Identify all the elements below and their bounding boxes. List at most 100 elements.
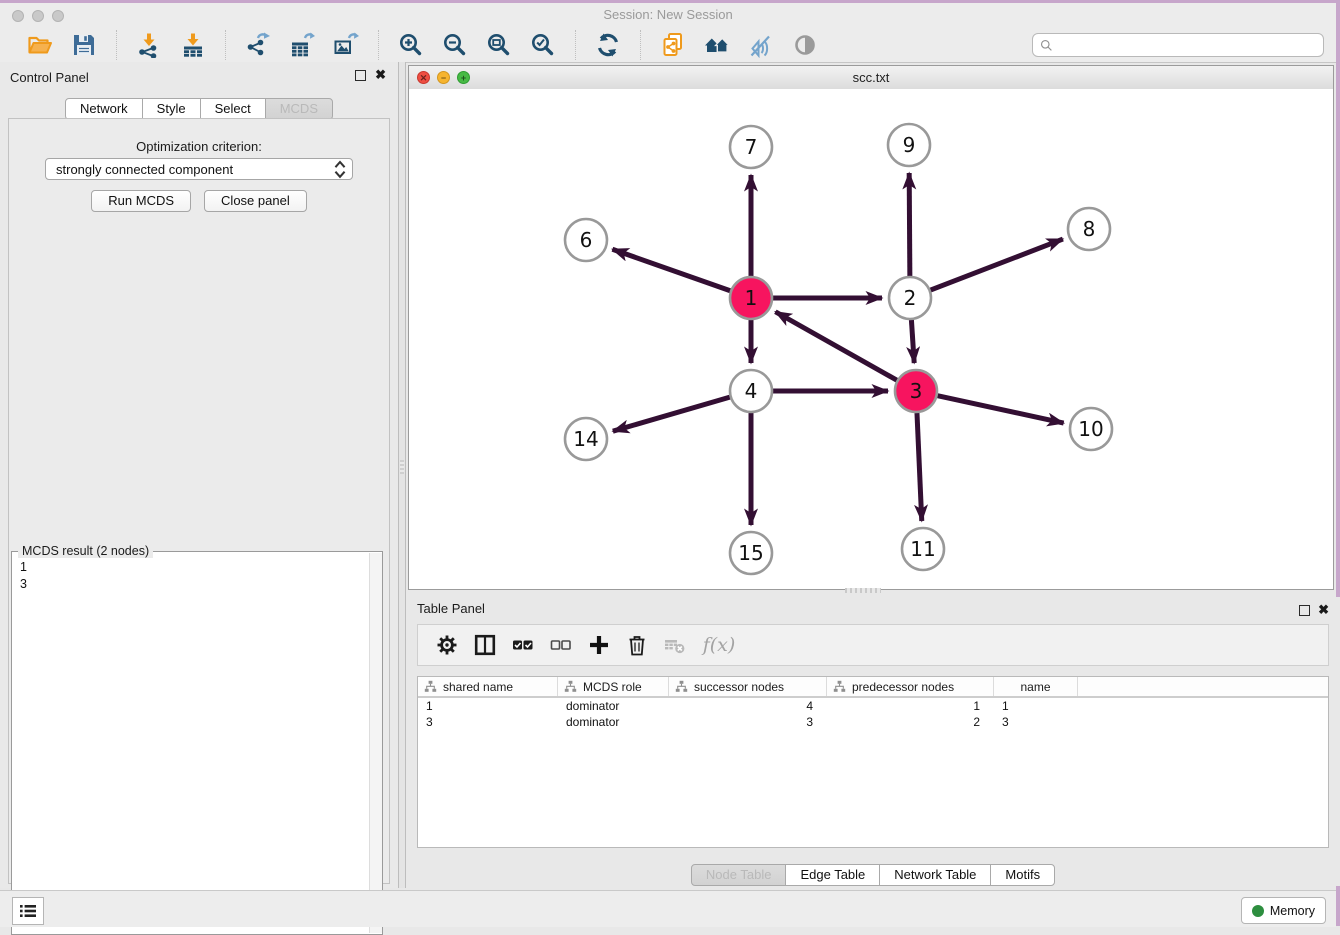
hide-panel-icon[interactable] xyxy=(748,32,774,58)
tab-select[interactable]: Select xyxy=(200,98,266,120)
export-network-icon[interactable] xyxy=(245,32,271,58)
graph-edge-2-8[interactable] xyxy=(931,239,1063,290)
run-mcds-button[interactable]: Run MCDS xyxy=(91,190,191,212)
columns-icon[interactable] xyxy=(474,634,496,656)
tab-style[interactable]: Style xyxy=(142,98,201,120)
tab-network[interactable]: Network xyxy=(65,98,143,120)
zoom-selected-icon[interactable] xyxy=(530,32,556,58)
search-input[interactable] xyxy=(1053,37,1323,53)
table-row[interactable]: 1dominator411 xyxy=(418,698,1328,714)
control-panel-title: Control Panel xyxy=(10,70,89,85)
zoom-out-icon[interactable] xyxy=(442,32,468,58)
panel-splitter[interactable] xyxy=(398,62,406,888)
tab-node-table[interactable]: Node Table xyxy=(691,864,787,886)
function-builder-icon: f(x) xyxy=(702,634,736,656)
graph-edge-1-6[interactable] xyxy=(612,249,730,290)
column-header-MCDS-role[interactable]: MCDS role xyxy=(558,677,669,696)
cell-name[interactable]: 1 xyxy=(994,698,1078,714)
unselect-all-icon[interactable] xyxy=(550,634,572,656)
import-table-icon[interactable] xyxy=(180,32,206,58)
tree-icon xyxy=(424,680,437,693)
cell-shared-name[interactable]: 1 xyxy=(418,698,558,714)
select-all-icon[interactable] xyxy=(512,634,534,656)
mcds-result-values[interactable]: 13 xyxy=(12,553,370,934)
close-table-panel-icon[interactable]: ✖ xyxy=(1318,602,1329,617)
criterion-dropdown[interactable]: strongly connected component xyxy=(45,158,353,180)
table-header-row: shared name MCDS role successor nodes prede… xyxy=(418,677,1328,698)
graph-node-label-1: 1 xyxy=(745,286,758,310)
task-list-icon xyxy=(20,904,36,918)
open-file-icon[interactable] xyxy=(27,32,53,58)
table-row[interactable]: 3dominator323 xyxy=(418,714,1328,730)
export-table-icon[interactable] xyxy=(289,32,315,58)
column-header-predecessor-nodes[interactable]: predecessor nodes xyxy=(827,677,994,696)
tab-edge-table[interactable]: Edge Table xyxy=(785,864,880,886)
graph-edge-2-3[interactable] xyxy=(911,320,914,363)
graph-edge-2-9[interactable] xyxy=(909,173,910,276)
cell-successor-nodes[interactable]: 3 xyxy=(669,714,827,730)
network-canvas[interactable]: 1234678910111415 xyxy=(409,89,1333,589)
control-panel: Control Panel ✖ NetworkStyleSelectMCDS O… xyxy=(0,62,398,888)
settings-gear-icon[interactable] xyxy=(436,634,458,656)
save-session-icon[interactable] xyxy=(71,32,97,58)
cell-MCDS-role[interactable]: dominator xyxy=(558,714,669,730)
delete-table-icon xyxy=(664,634,686,656)
duplicate-network-icon[interactable] xyxy=(660,32,686,58)
graph-edge-3-1[interactable] xyxy=(775,312,896,380)
search-box[interactable] xyxy=(1032,33,1324,57)
tab-motifs[interactable]: Motifs xyxy=(990,864,1055,886)
cell-predecessor-nodes[interactable]: 2 xyxy=(827,714,994,730)
delete-row-icon[interactable] xyxy=(626,634,648,656)
column-header-successor-nodes[interactable]: successor nodes xyxy=(669,677,827,696)
tree-icon xyxy=(675,680,688,693)
column-header-name[interactable]: name xyxy=(994,677,1078,696)
graph-node-label-8: 8 xyxy=(1083,217,1096,241)
network-table-splitter-grip[interactable] xyxy=(845,588,881,593)
column-label: shared name xyxy=(443,680,513,694)
mcds-result-line: 3 xyxy=(20,576,370,593)
tab-network-table[interactable]: Network Table xyxy=(879,864,991,886)
toolbar-group xyxy=(116,30,225,60)
graph-node-label-15: 15 xyxy=(738,541,763,565)
graph-edge-4-14[interactable] xyxy=(613,397,730,431)
table-panel: Table Panel ✖ f(x) shared nameMCDS roles… xyxy=(406,597,1340,886)
graph-node-label-6: 6 xyxy=(580,228,593,252)
close-panel-button[interactable]: Close panel xyxy=(204,190,307,212)
tree-icon xyxy=(833,680,846,693)
graph-node-label-14: 14 xyxy=(573,427,598,451)
tree-icon xyxy=(564,680,577,693)
table-tabs: Node TableEdge TableNetwork TableMotifs xyxy=(406,864,1340,886)
close-panel-icon[interactable]: ✖ xyxy=(375,67,386,82)
cell-successor-nodes[interactable]: 4 xyxy=(669,698,827,714)
show-panel-icon[interactable] xyxy=(792,32,818,58)
cell-shared-name[interactable]: 3 xyxy=(418,714,558,730)
column-label: name xyxy=(1020,680,1050,694)
zoom-fit-icon[interactable] xyxy=(486,32,512,58)
show-networks-icon[interactable] xyxy=(704,32,730,58)
result-scrollbar[interactable] xyxy=(369,553,382,933)
float-panel-icon[interactable] xyxy=(355,70,366,81)
splitter-grip[interactable] xyxy=(400,460,404,474)
cell-name[interactable]: 3 xyxy=(994,714,1078,730)
tab-mcds[interactable]: MCDS xyxy=(265,98,333,120)
node-table: shared name MCDS role successor nodes prede… xyxy=(417,676,1329,848)
graph-edge-3-10[interactable] xyxy=(937,396,1063,423)
memory-status-icon xyxy=(1252,905,1264,917)
export-image-icon[interactable] xyxy=(333,32,359,58)
zoom-in-icon[interactable] xyxy=(398,32,424,58)
cell-MCDS-role[interactable]: dominator xyxy=(558,698,669,714)
graph-node-label-10: 10 xyxy=(1078,417,1103,441)
import-network-icon[interactable] xyxy=(136,32,162,58)
task-history-button[interactable] xyxy=(12,897,44,925)
toolbar-group xyxy=(225,30,378,60)
refresh-layout-icon[interactable] xyxy=(595,32,621,58)
column-header-shared-name[interactable]: shared name xyxy=(418,677,558,696)
add-row-icon[interactable] xyxy=(588,634,610,656)
cell-predecessor-nodes[interactable]: 1 xyxy=(827,698,994,714)
network-window-titlebar[interactable]: ✕ − + scc.txt xyxy=(409,66,1333,90)
graph-edge-3-11[interactable] xyxy=(917,413,922,521)
column-label: successor nodes xyxy=(694,680,784,694)
memory-button[interactable]: Memory xyxy=(1241,897,1326,924)
mcds-tab-content: Optimization criterion: strongly connect… xyxy=(8,118,390,884)
float-table-panel-icon[interactable] xyxy=(1299,605,1310,616)
